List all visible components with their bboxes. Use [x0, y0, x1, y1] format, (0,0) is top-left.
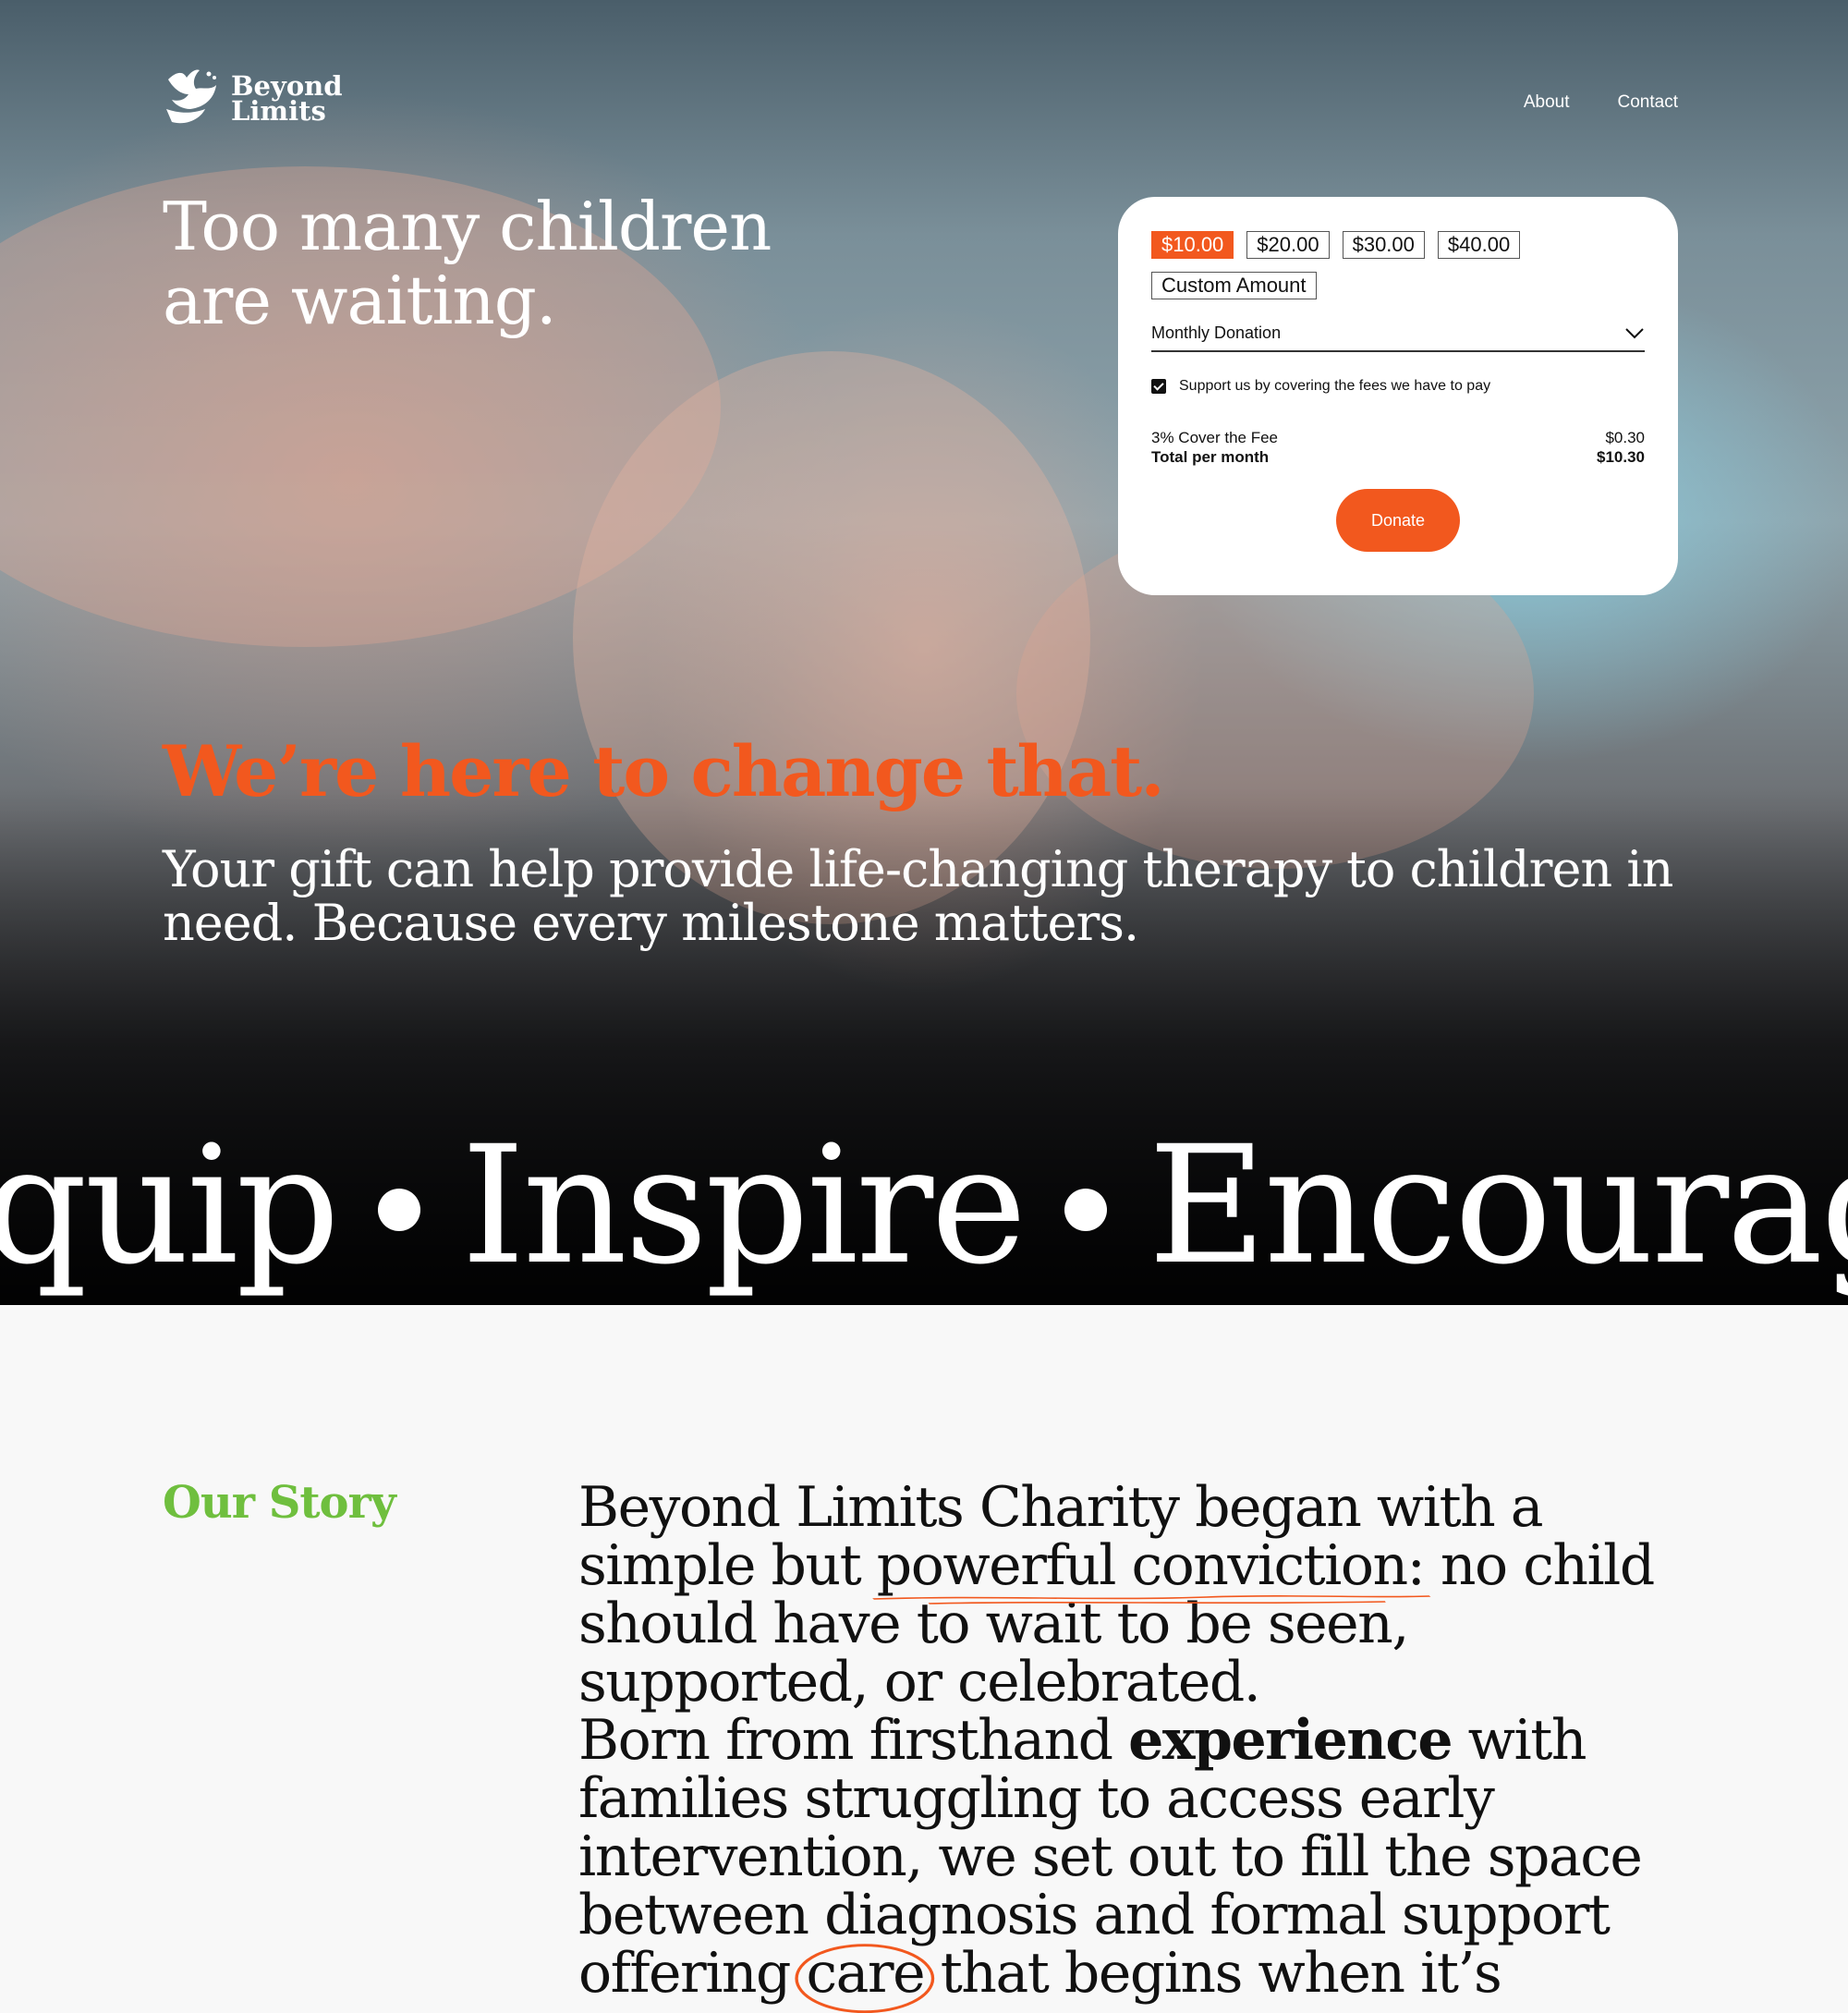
story-p2-text-a: Born from firsthand	[578, 1708, 1129, 1773]
dove-icon	[166, 69, 216, 124]
story-p2-text-c: that begins when it’s	[924, 1941, 1502, 2006]
top-nav: About Contact	[1524, 92, 1678, 113]
nav-about-link[interactable]: About	[1524, 92, 1570, 113]
bullet-dot-icon	[1064, 1189, 1108, 1232]
total-row: Total per month $10.30	[1151, 447, 1645, 467]
scribble-circle-icon	[794, 1944, 934, 2013]
cover-fees-row: Support us by covering the fees we have …	[1151, 378, 1645, 395]
logo-line2: Limits	[231, 95, 326, 127]
logo[interactable]: Beyond Limits	[163, 67, 343, 131]
donate-button[interactable]: Donate	[1336, 489, 1460, 552]
nav-contact-link[interactable]: Contact	[1618, 92, 1678, 113]
fee-value: $0.30	[1605, 429, 1645, 446]
our-story-text: Beyond Limits Charity began with a simpl…	[578, 1479, 1669, 2013]
story-highlight-underlined: powerful conviction	[871, 1537, 1431, 1604]
marquee-word-equip: quip	[0, 1111, 340, 1300]
cover-fees-label: Support us by covering the fees we have …	[1179, 378, 1491, 394]
total-value: $10.30	[1597, 448, 1645, 466]
logo-wordmark: Beyond Limits	[231, 73, 343, 127]
hero-headline-line1: Too many children	[163, 188, 772, 265]
frequency-select[interactable]: Monthly Donation	[1151, 323, 1645, 352]
marquee-word-inspire: Inspire	[460, 1111, 1027, 1300]
bullet-dot-icon	[377, 1189, 420, 1232]
fee-row: 3% Cover the Fee $0.30	[1151, 428, 1645, 447]
amount-options: $10.00 $20.00 $30.00 $40.00	[1151, 231, 1645, 259]
amount-option-10[interactable]: $10.00	[1151, 231, 1234, 259]
marquee-word-encourage: Encourage	[1148, 1111, 1848, 1300]
hero-headline-line2: are waiting.	[163, 262, 557, 339]
story-p1-highlight: powerful conviction	[876, 1533, 1408, 1598]
amount-option-30[interactable]: $30.00	[1342, 231, 1425, 259]
story-paragraph-2: Born from firsthand experience with fami…	[578, 1712, 1669, 2013]
hero-headline: Too many children are waiting.	[163, 189, 920, 337]
story-p2-bold: experience	[1128, 1708, 1453, 1773]
donation-card: $10.00 $20.00 $30.00 $40.00 Custom Amoun…	[1118, 197, 1678, 595]
hero-section: Beyond Limits About Contact Too many chi…	[0, 0, 1848, 1305]
our-story-heading: Our Story	[163, 1477, 396, 1529]
story-circled-word: care	[794, 1944, 934, 2013]
custom-amount-button[interactable]: Custom Amount	[1151, 272, 1317, 299]
total-label: Total per month	[1151, 448, 1270, 466]
amount-option-40[interactable]: $40.00	[1437, 231, 1521, 259]
chevron-down-icon	[1625, 327, 1644, 338]
frequency-value: Monthly Donation	[1151, 323, 1282, 342]
fee-label: 3% Cover the Fee	[1151, 429, 1279, 446]
story-paragraph-1: Beyond Limits Charity began with a simpl…	[578, 1479, 1669, 1712]
amount-option-20[interactable]: $20.00	[1246, 231, 1330, 259]
hero-tagline: We’re here to change that.	[163, 730, 1165, 812]
scribble-underline-icon	[871, 1595, 1431, 1604]
cover-fees-checkbox[interactable]	[1151, 379, 1166, 394]
hero-subtext: Your gift can help provide life-changing…	[163, 840, 1673, 952]
values-marquee: quip Inspire Encourage	[0, 1104, 1848, 1305]
fee-summary: 3% Cover the Fee $0.30 Total per month $…	[1151, 428, 1645, 467]
